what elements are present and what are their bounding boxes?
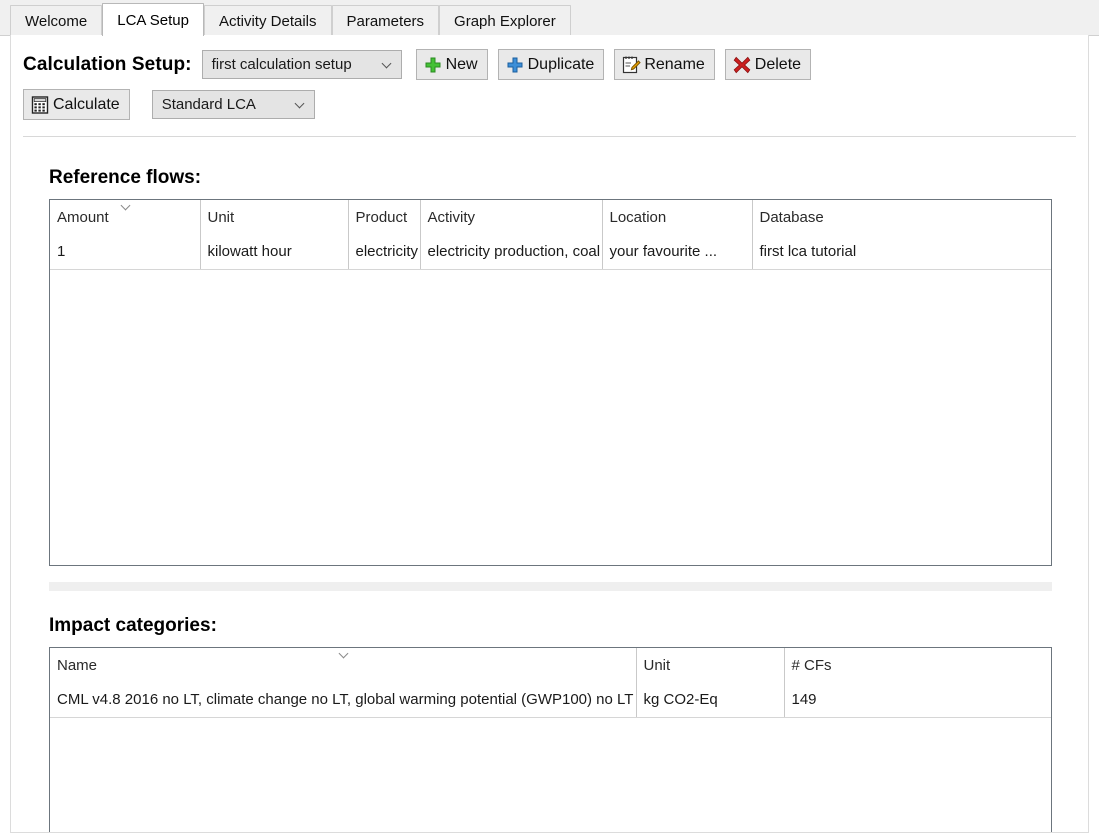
calculate-button[interactable]: Calculate (23, 89, 130, 120)
column-label: # CFs (791, 657, 832, 674)
sort-chevron-icon (120, 202, 133, 210)
column-label: Unit (207, 209, 235, 226)
column-header-product[interactable]: Product (348, 200, 421, 236)
notepad-pencil-icon (623, 56, 642, 73)
calculator-icon (31, 95, 49, 114)
calculation-setup-label: Calculation Setup: (23, 53, 192, 75)
cell-activity[interactable]: electricity production, coal (420, 236, 603, 270)
cell-location[interactable]: your favourite ... (602, 236, 753, 270)
calculate-button-label: Calculate (53, 95, 120, 113)
calculate-toolbar: Calculate Standard LCA (11, 89, 1088, 120)
tab-graph-explorer[interactable]: Graph Explorer (439, 5, 571, 36)
rename-button[interactable]: Rename (614, 49, 715, 80)
cell-unit[interactable]: kilowatt hour (200, 236, 349, 270)
cell-name[interactable]: CML v4.8 2016 no LT, climate change no L… (50, 684, 637, 718)
chevron-down-icon (295, 99, 306, 110)
column-header-cfs[interactable]: # CFs (784, 648, 1051, 684)
column-label: Database (759, 209, 824, 226)
tab-bar: Welcome LCA Setup Activity Details Param… (0, 0, 1099, 36)
tab-label: Welcome (25, 12, 88, 30)
new-button[interactable]: New (415, 49, 488, 80)
duplicate-button[interactable]: Duplicate (497, 49, 605, 80)
panel-splitter[interactable] (49, 582, 1052, 591)
sort-chevron-icon (338, 650, 351, 658)
lca-type-value: Standard LCA (161, 96, 256, 113)
reference-flows-table: Amount Unit Product Activity Location Da… (49, 199, 1052, 566)
calculation-setup-dropdown[interactable]: first calculation setup (201, 50, 402, 79)
calculation-setup-value: first calculation setup (211, 56, 352, 73)
calculation-setup-toolbar: Calculation Setup: first calculation set… (11, 49, 1088, 80)
tab-parameters[interactable]: Parameters (331, 5, 440, 36)
column-label: Location (609, 209, 667, 226)
table-row[interactable]: CML v4.8 2016 no LT, climate change no L… (50, 684, 1051, 718)
cell-unit[interactable]: kg CO2-Eq (636, 684, 785, 718)
tab-label: Parameters (346, 12, 425, 30)
toolbar-divider (23, 136, 1076, 137)
tab-lca-setup[interactable]: LCA Setup (102, 3, 204, 36)
column-header-amount[interactable]: Amount (50, 200, 201, 236)
green-plus-icon (425, 57, 441, 72)
column-label: Unit (643, 657, 671, 674)
cell-amount[interactable]: 1 (50, 236, 201, 270)
table-row[interactable]: 1 kilowatt hour electricity electricity … (50, 236, 1051, 270)
cell-cfs[interactable]: 149 (784, 684, 1051, 718)
tab-label: Graph Explorer (454, 12, 556, 30)
reference-flows-title: Reference flows: (49, 167, 202, 188)
column-label: Activity (427, 209, 476, 226)
table-header-row: Amount Unit Product Activity Location Da… (50, 200, 1051, 236)
column-label: Product (355, 209, 408, 226)
column-header-database[interactable]: Database (752, 200, 1051, 236)
table-header-row: Name Unit # CFs (50, 648, 1051, 684)
impact-categories-table: Name Unit # CFs CML v4.8 2016 no LT, cli… (49, 647, 1052, 832)
impact-categories-title: Impact categories: (49, 615, 217, 636)
lca-type-dropdown[interactable]: Standard LCA (151, 90, 315, 119)
tab-label: LCA Setup (117, 11, 189, 29)
new-button-label: New (445, 55, 478, 73)
cell-database: first lca tutorial (752, 236, 1051, 270)
tab-strip: Welcome LCA Setup Activity Details Param… (10, 3, 571, 36)
red-x-icon (733, 56, 751, 73)
column-label: Amount (57, 209, 109, 226)
blue-plus-icon (507, 57, 523, 72)
column-header-activity[interactable]: Activity (420, 200, 603, 236)
duplicate-button-label: Duplicate (527, 55, 595, 73)
column-header-name[interactable]: Name (50, 648, 637, 684)
delete-button[interactable]: Delete (724, 49, 812, 80)
chevron-down-icon (382, 59, 393, 70)
column-header-location[interactable]: Location (602, 200, 753, 236)
rename-button-label: Rename (644, 55, 705, 73)
lca-setup-panel: Calculation Setup: first calculation set… (10, 35, 1089, 833)
delete-button-label: Delete (754, 55, 802, 73)
column-header-unit[interactable]: Unit (636, 648, 785, 684)
tab-label: Activity Details (218, 12, 317, 30)
cell-product[interactable]: electricity (348, 236, 421, 270)
tab-welcome[interactable]: Welcome (10, 5, 103, 36)
column-header-unit[interactable]: Unit (200, 200, 349, 236)
tab-activity-details[interactable]: Activity Details (203, 5, 332, 36)
column-label: Name (57, 657, 98, 674)
